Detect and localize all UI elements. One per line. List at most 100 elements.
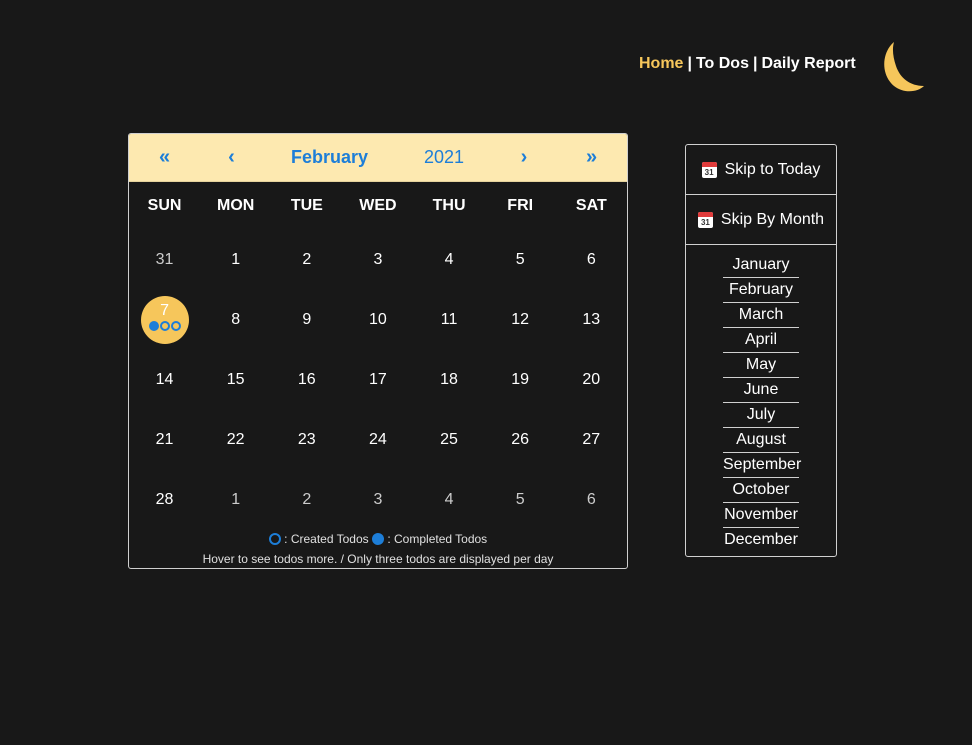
month-item[interactable]: June bbox=[723, 378, 799, 403]
calendar-day[interactable]: 10 bbox=[342, 290, 413, 350]
calendar-day[interactable]: 23 bbox=[271, 410, 342, 470]
day-number: 13 bbox=[582, 311, 601, 328]
calendar-day[interactable]: 18 bbox=[414, 350, 485, 410]
calendar-day[interactable]: 8 bbox=[200, 290, 271, 350]
next-month-button[interactable]: › bbox=[492, 146, 556, 169]
calendar-week-row: 14 15 16 17 18 19 20 bbox=[129, 350, 627, 410]
calendar-day[interactable]: 5 bbox=[485, 230, 556, 290]
calendar-week-row: 7 8 9 10 11 12 13 bbox=[129, 290, 627, 350]
day-number: 21 bbox=[155, 431, 174, 448]
day-number: 31 bbox=[155, 251, 174, 268]
calendar-day[interactable]: 2 bbox=[271, 470, 342, 530]
top-nav: Home | To Dos | Daily Report bbox=[639, 55, 856, 73]
day-number: 4 bbox=[444, 251, 454, 268]
legend-completed-label: : Completed Todos bbox=[387, 532, 488, 546]
day-number: 12 bbox=[511, 311, 530, 328]
calendar-day[interactable]: 4 bbox=[414, 470, 485, 530]
weekday-header: SUN MON TUE WED THU FRI SAT bbox=[129, 182, 627, 230]
calendar-day[interactable]: 5 bbox=[485, 470, 556, 530]
day-number: 19 bbox=[511, 371, 530, 388]
weekday-label: SAT bbox=[575, 197, 607, 214]
side-panel: 31 Skip to Today 31 Skip By Month Januar… bbox=[685, 144, 837, 557]
day-number: 18 bbox=[440, 371, 458, 388]
calendar-day[interactable]: 14 bbox=[129, 350, 200, 410]
calendar-day[interactable]: 6 bbox=[556, 230, 627, 290]
day-number: 3 bbox=[373, 251, 383, 268]
calendar-day[interactable]: 25 bbox=[414, 410, 485, 470]
day-number: 17 bbox=[369, 371, 387, 388]
calendar-day[interactable]: 20 bbox=[556, 350, 627, 410]
weekday-label: TUE bbox=[290, 197, 323, 214]
calendar-day[interactable]: 27 bbox=[556, 410, 627, 470]
calendar-day[interactable]: 11 bbox=[414, 290, 485, 350]
month-item[interactable]: November bbox=[723, 503, 799, 528]
month-item[interactable]: July bbox=[723, 403, 799, 428]
calendar-day[interactable]: 24 bbox=[342, 410, 413, 470]
skip-by-month-button[interactable]: 31 Skip By Month bbox=[686, 195, 836, 245]
skip-to-today-label: Skip to Today bbox=[724, 160, 821, 178]
next-year-button[interactable]: » bbox=[556, 146, 627, 169]
prev-year-button[interactable]: « bbox=[129, 146, 200, 169]
calendar-day[interactable]: 2 bbox=[271, 230, 342, 290]
created-todo-icon bbox=[170, 321, 181, 331]
month-item[interactable]: May bbox=[723, 353, 799, 378]
created-todo-icon bbox=[159, 321, 170, 331]
day-number: 15 bbox=[226, 371, 245, 388]
legend-created-label: : Created Todos bbox=[284, 532, 369, 546]
todo-legend: : Created Todos : Completed Todos bbox=[129, 532, 627, 546]
day-number: 7 bbox=[160, 302, 170, 319]
day-number: 3 bbox=[373, 491, 383, 508]
calendar-day[interactable]: 15 bbox=[200, 350, 271, 410]
nav-todos-link[interactable]: To Dos bbox=[696, 55, 749, 72]
calendar-day[interactable]: 6 bbox=[556, 470, 627, 530]
month-item[interactable]: August bbox=[723, 428, 799, 453]
month-item[interactable]: April bbox=[723, 328, 799, 353]
calendar-day-today[interactable]: 7 bbox=[129, 290, 200, 350]
month-item[interactable]: February bbox=[723, 278, 799, 303]
day-number: 25 bbox=[440, 431, 458, 448]
month-item[interactable]: January bbox=[723, 253, 799, 278]
today-highlight: 7 bbox=[140, 296, 189, 344]
prev-month-button[interactable]: ‹ bbox=[200, 146, 263, 169]
month-item[interactable]: September bbox=[723, 453, 801, 478]
calendar: « ‹ February 2021 › » SUN MON TUE WED TH… bbox=[128, 133, 628, 569]
calendar-day[interactable]: 1 bbox=[200, 230, 271, 290]
month-item[interactable]: December bbox=[723, 528, 799, 552]
nav-separator: | bbox=[752, 55, 758, 72]
day-number: 4 bbox=[444, 491, 454, 508]
calendar-day[interactable]: 1 bbox=[200, 470, 271, 530]
nav-home-link[interactable]: Home bbox=[639, 55, 683, 72]
day-number: 5 bbox=[515, 251, 525, 268]
day-number: 9 bbox=[302, 311, 312, 328]
weekday-label: MON bbox=[217, 197, 255, 214]
calendar-day[interactable]: 19 bbox=[485, 350, 556, 410]
calendar-day[interactable]: 9 bbox=[271, 290, 342, 350]
calendar-day[interactable]: 4 bbox=[414, 230, 485, 290]
calendar-day[interactable]: 26 bbox=[485, 410, 556, 470]
month-item[interactable]: March bbox=[723, 303, 799, 328]
calendar-day[interactable]: 3 bbox=[342, 470, 413, 530]
calendar-day[interactable]: 21 bbox=[129, 410, 200, 470]
calendar-day[interactable]: 16 bbox=[271, 350, 342, 410]
day-number: 10 bbox=[369, 311, 387, 328]
calendar-day[interactable]: 31 bbox=[129, 230, 200, 290]
calendar-day[interactable]: 28 bbox=[129, 470, 200, 530]
skip-by-month-label: Skip By Month bbox=[720, 210, 825, 228]
calendar-header: « ‹ February 2021 › » bbox=[129, 134, 627, 182]
calendar-day[interactable]: 17 bbox=[342, 350, 413, 410]
calendar-week-row: 21 22 23 24 25 26 27 bbox=[129, 410, 627, 470]
nav-daily-report-link[interactable]: Daily Report bbox=[761, 55, 855, 72]
calendar-day[interactable]: 12 bbox=[485, 290, 556, 350]
calendar-week-row: 31 1 2 3 4 5 6 bbox=[129, 230, 627, 290]
day-number: 14 bbox=[155, 371, 174, 388]
calendar-day[interactable]: 13 bbox=[556, 290, 627, 350]
calendar-hint: Hover to see todos more. / Only three to… bbox=[202, 552, 554, 566]
month-item[interactable]: October bbox=[723, 478, 799, 503]
moon-icon[interactable] bbox=[880, 40, 924, 94]
calendar-day[interactable]: 3 bbox=[342, 230, 413, 290]
page: Home | To Dos | Daily Report « ‹ February 20… bbox=[0, 0, 972, 745]
calendar-day[interactable]: 22 bbox=[200, 410, 271, 470]
skip-to-today-button[interactable]: 31 Skip to Today bbox=[686, 145, 836, 195]
completed-todo-icon bbox=[372, 533, 384, 545]
calendar-year: 2021 bbox=[423, 147, 465, 167]
